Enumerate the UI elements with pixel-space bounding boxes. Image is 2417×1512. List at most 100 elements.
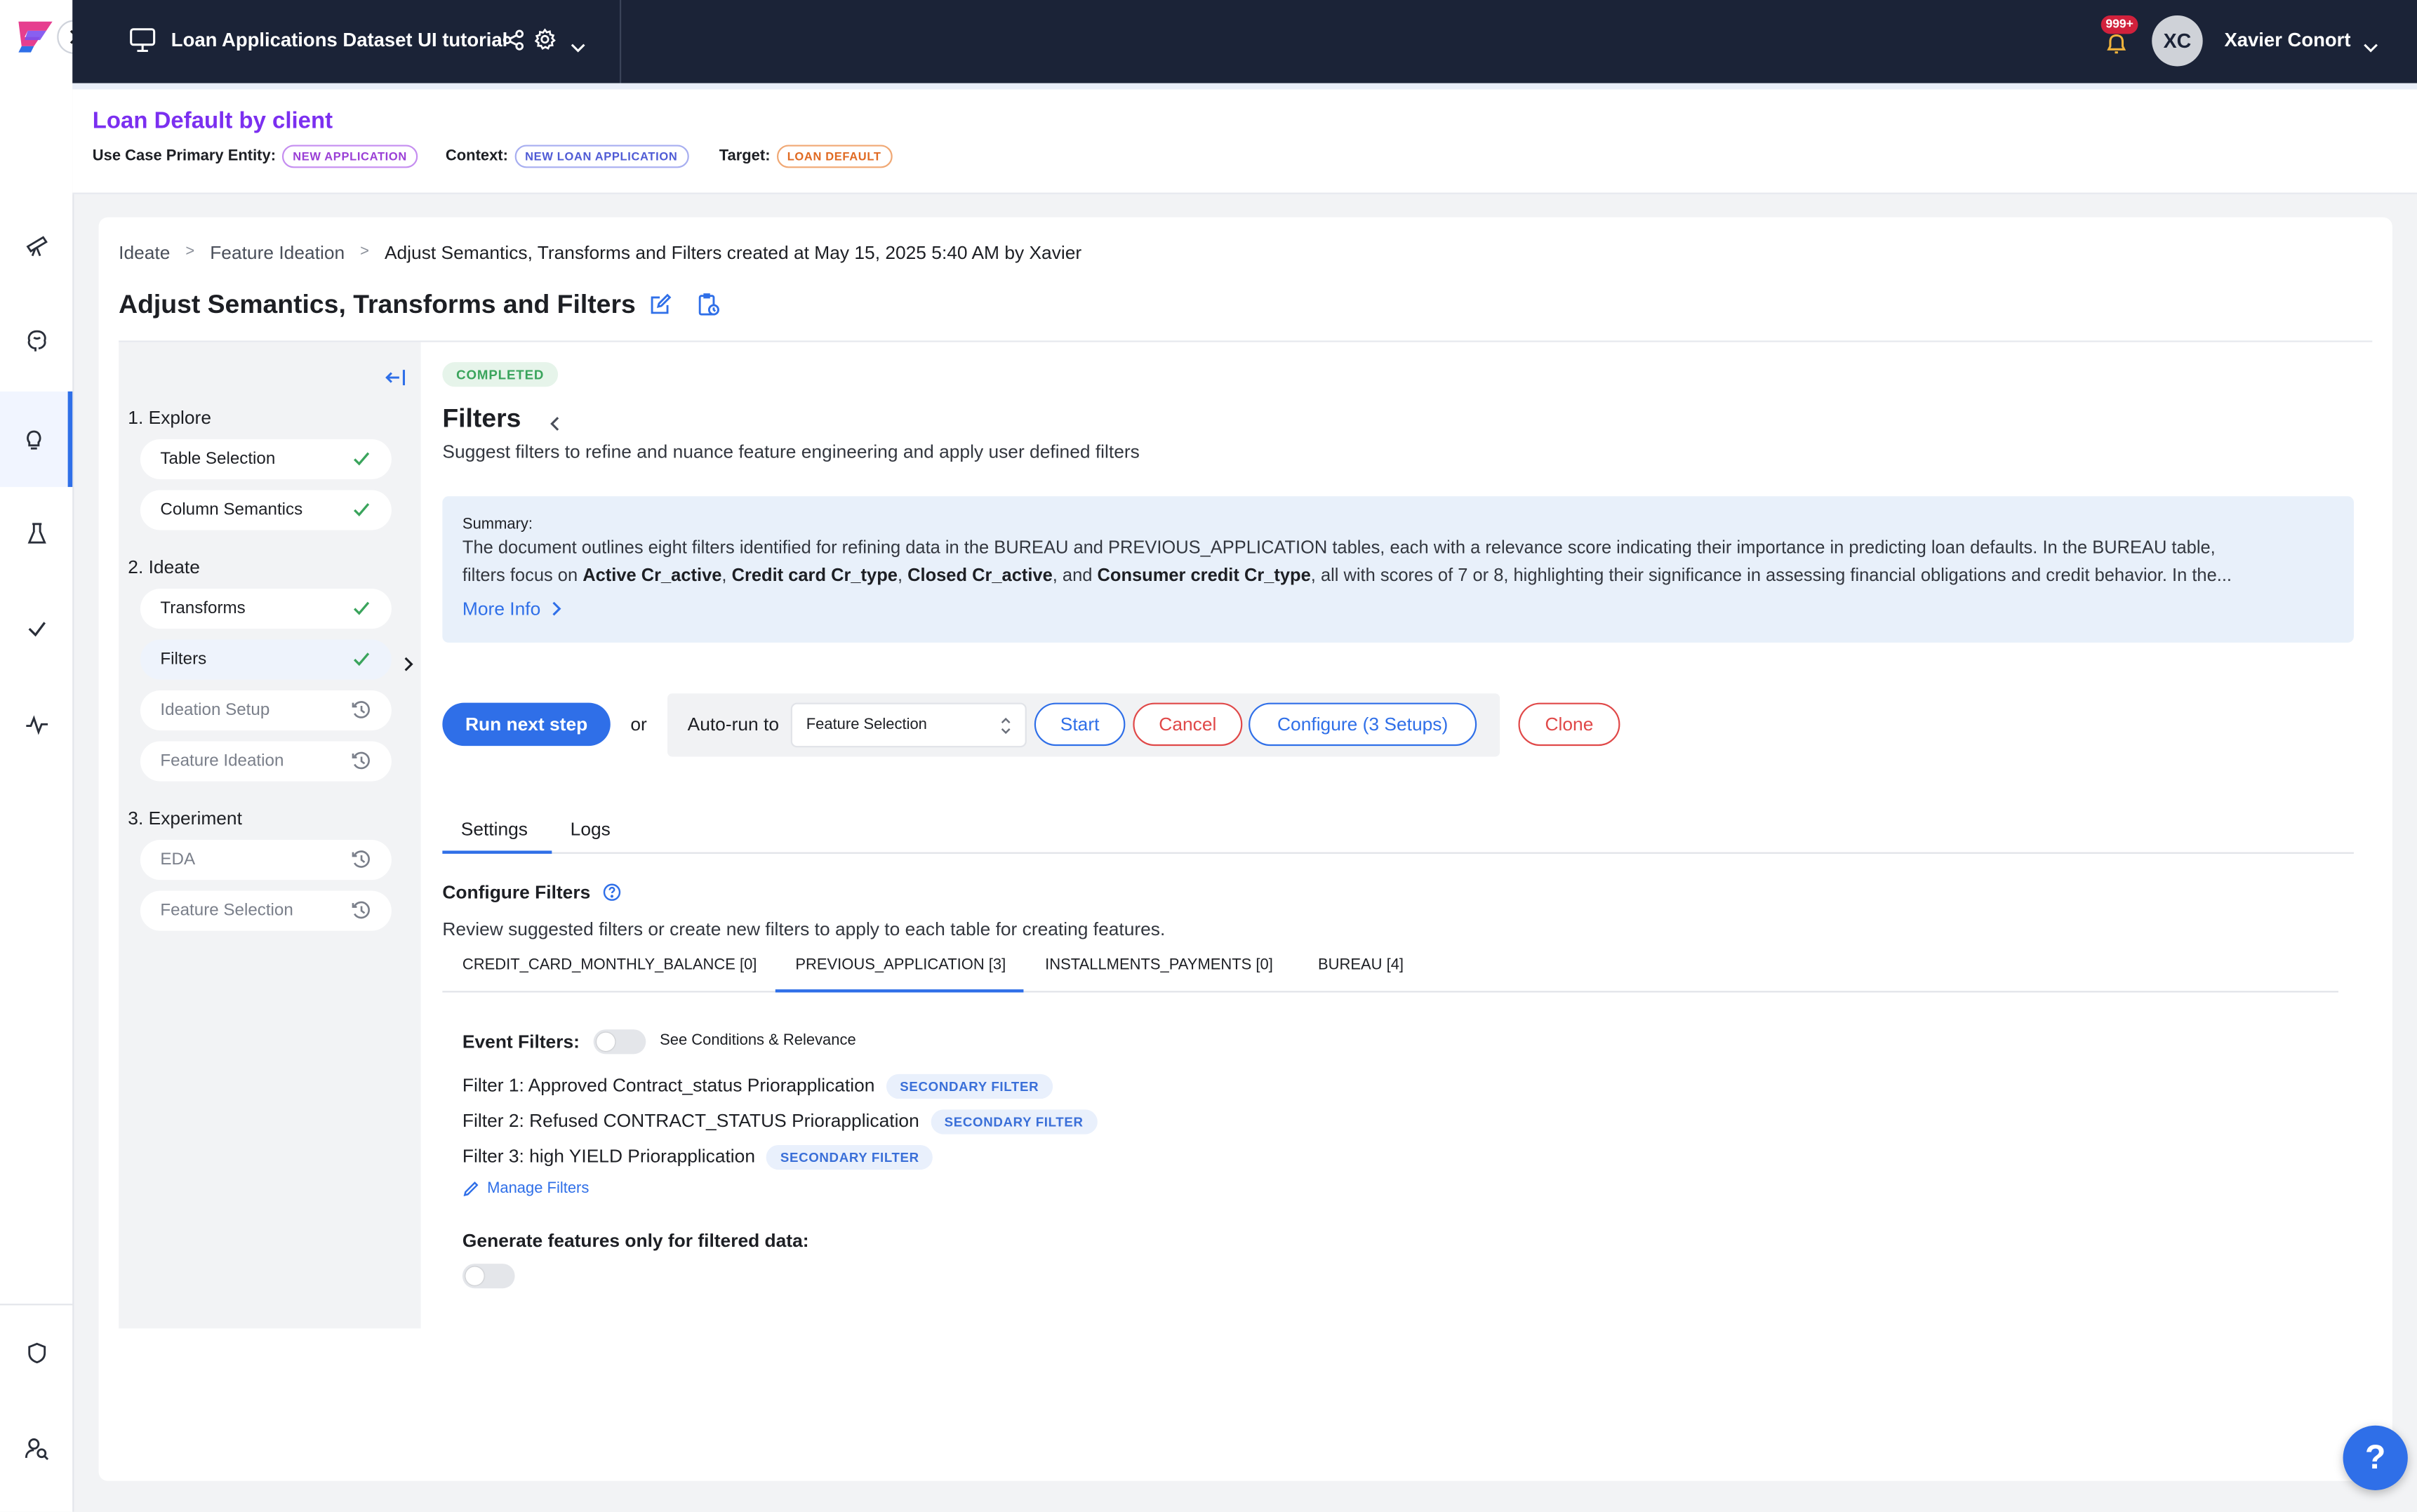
filter-text: Filter 1: Approved Contract_status Prior… (462, 1074, 875, 1097)
clock-history-icon (352, 850, 370, 868)
step-feature-ideation[interactable]: Feature Ideation (140, 741, 392, 782)
step-label: Feature Ideation (160, 751, 284, 771)
step-filters[interactable]: Filters (140, 639, 392, 680)
clock-history-icon (352, 701, 370, 718)
step-label: Filters (160, 650, 207, 669)
current-step-chevron-right-icon (402, 652, 415, 680)
check-icon (354, 503, 370, 517)
manage-filters-link[interactable]: Manage Filters (462, 1180, 589, 1198)
breadcrumb-separator: > (185, 243, 195, 261)
notifications-button[interactable]: 999+ (2098, 15, 2138, 59)
summary-text: , and (1052, 566, 1098, 586)
more-info-label: More Info (462, 598, 541, 620)
step-ideation-setup[interactable]: Ideation Setup (140, 690, 392, 731)
step-transforms[interactable]: Transforms (140, 589, 392, 629)
clipboard-icon[interactable] (697, 293, 720, 325)
step-eda[interactable]: EDA (140, 840, 392, 881)
user-menu-chevron-down-icon[interactable] (2363, 34, 2378, 62)
configure-filters-title: Configure Filters (442, 881, 621, 903)
rail-brain[interactable] (0, 309, 72, 371)
project-menu-chevron-down-icon[interactable] (571, 34, 586, 62)
notification-badge: 999+ (2100, 15, 2138, 34)
gear-icon[interactable] (533, 28, 557, 59)
see-conditions-toggle[interactable] (593, 1029, 646, 1055)
monitor-icon (130, 28, 156, 60)
rail-telescope[interactable] (0, 214, 72, 276)
app-logo[interactable] (15, 18, 55, 55)
cancel-button[interactable]: Cancel (1133, 702, 1243, 747)
step-title: Filters (442, 403, 521, 434)
summary-label: Summary: (462, 516, 533, 533)
step-label: Ideation Setup (160, 701, 270, 720)
rail-security[interactable] (0, 1323, 72, 1384)
table-tab-previous-application[interactable]: PREVIOUS_APPLICATION [3] (795, 957, 1006, 974)
context-label: Context: (445, 147, 508, 166)
help-circle-icon[interactable] (603, 883, 621, 902)
filter-row-1[interactable]: Filter 1: Approved Contract_status Prior… (462, 1073, 1053, 1099)
entity-badge[interactable]: NEW APPLICATION (281, 145, 418, 168)
rail-ideate[interactable] (0, 391, 73, 488)
rail-approve[interactable] (0, 598, 72, 660)
breadcrumb-item-ideate[interactable]: Ideate (119, 242, 170, 264)
table-tab-installments[interactable]: INSTALLMENTS_PAYMENTS [0] (1045, 957, 1273, 974)
table-tab-credit-card[interactable]: CREDIT_CARD_MONTHLY_BALANCE [0] (462, 957, 757, 974)
step-label: Feature Selection (160, 901, 293, 921)
collapse-left-icon (385, 370, 406, 386)
secondary-filter-badge: SECONDARY FILTER (766, 1144, 933, 1170)
generate-filtered-toggle[interactable] (462, 1264, 515, 1289)
top-bar: Loan Applications Dataset UI tutorial 99… (72, 0, 2417, 83)
rail-monitor[interactable] (0, 693, 72, 755)
project-title[interactable]: Loan Applications Dataset UI tutorial (171, 29, 508, 51)
configure-button[interactable]: Configure (3 Setups) (1249, 702, 1477, 747)
summary-line-1: The document outlines eight filters iden… (462, 537, 2216, 558)
configure-filters-description: Review suggested filters or create new f… (442, 918, 1166, 940)
rail-user-search[interactable] (0, 1418, 72, 1480)
status-badge: COMPLETED (442, 362, 559, 387)
user-name[interactable]: Xavier Conort (2224, 29, 2350, 51)
breadcrumb-item-feature-ideation[interactable]: Feature Ideation (210, 242, 345, 264)
updown-chevron-icon (1001, 717, 1011, 735)
rail-experiment[interactable] (0, 502, 72, 564)
filter-text: Filter 3: high YIELD Priorapplication (462, 1145, 755, 1168)
autorun-select[interactable]: Feature Selection (790, 702, 1027, 748)
usecase-header: Loan Default by client Use Case Primary … (72, 83, 2417, 194)
summary-highlight: Active Cr_active (582, 566, 722, 586)
run-next-step-button[interactable]: Run next step (442, 702, 611, 747)
check-icon (354, 601, 370, 615)
configure-filters-heading: Configure Filters (442, 881, 591, 904)
step-table-selection[interactable]: Table Selection (140, 439, 392, 480)
edit-icon[interactable] (649, 293, 672, 323)
more-info-link[interactable]: More Info (462, 598, 562, 620)
filter-row-3[interactable]: Filter 3: high YIELD Priorapplication SE… (462, 1144, 933, 1170)
table-tab-bureau[interactable]: BUREAU [4] (1318, 957, 1404, 974)
summary-text: , (897, 566, 908, 586)
breadcrumb: Ideate > Feature Ideation > Adjust Seman… (119, 242, 1081, 264)
clone-button[interactable]: Clone (1518, 702, 1620, 747)
tab-settings-indicator (442, 850, 552, 854)
secondary-filter-badge: SECONDARY FILTER (886, 1073, 1053, 1099)
filter-row-2[interactable]: Filter 2: Refused CONTRACT_STATUS Priora… (462, 1109, 1098, 1135)
collapse-steps-button[interactable] (384, 367, 407, 396)
step-back-chevron-left-icon[interactable] (549, 411, 561, 439)
breadcrumb-separator: > (360, 243, 369, 261)
usecase-title[interactable]: Loan Default by client (93, 108, 333, 134)
avatar[interactable]: XC (2152, 15, 2203, 67)
table-tabs-baseline (442, 991, 2338, 993)
step-label: Table Selection (160, 450, 276, 469)
target-badge[interactable]: LOAN DEFAULT (776, 145, 892, 168)
section-explore-label: 1. Explore (128, 406, 211, 429)
lightbulb-icon (27, 430, 41, 450)
filter-text: Filter 2: Refused CONTRACT_STATUS Priora… (462, 1109, 919, 1132)
tab-logs[interactable]: Logs (571, 818, 611, 840)
step-feature-selection[interactable]: Feature Selection (140, 890, 392, 931)
tab-settings[interactable]: Settings (461, 818, 528, 840)
share-icon[interactable] (502, 29, 524, 59)
start-button[interactable]: Start (1034, 702, 1126, 747)
usecase-meta: Use Case Primary Entity: NEW APPLICATION… (93, 145, 892, 168)
clock-history-icon (352, 901, 370, 919)
step-label: Transforms (160, 599, 246, 618)
title-divider (119, 340, 2373, 342)
context-badge[interactable]: NEW LOAN APPLICATION (514, 145, 688, 168)
step-column-semantics[interactable]: Column Semantics (140, 490, 392, 530)
help-button[interactable]: ? (2343, 1425, 2408, 1490)
